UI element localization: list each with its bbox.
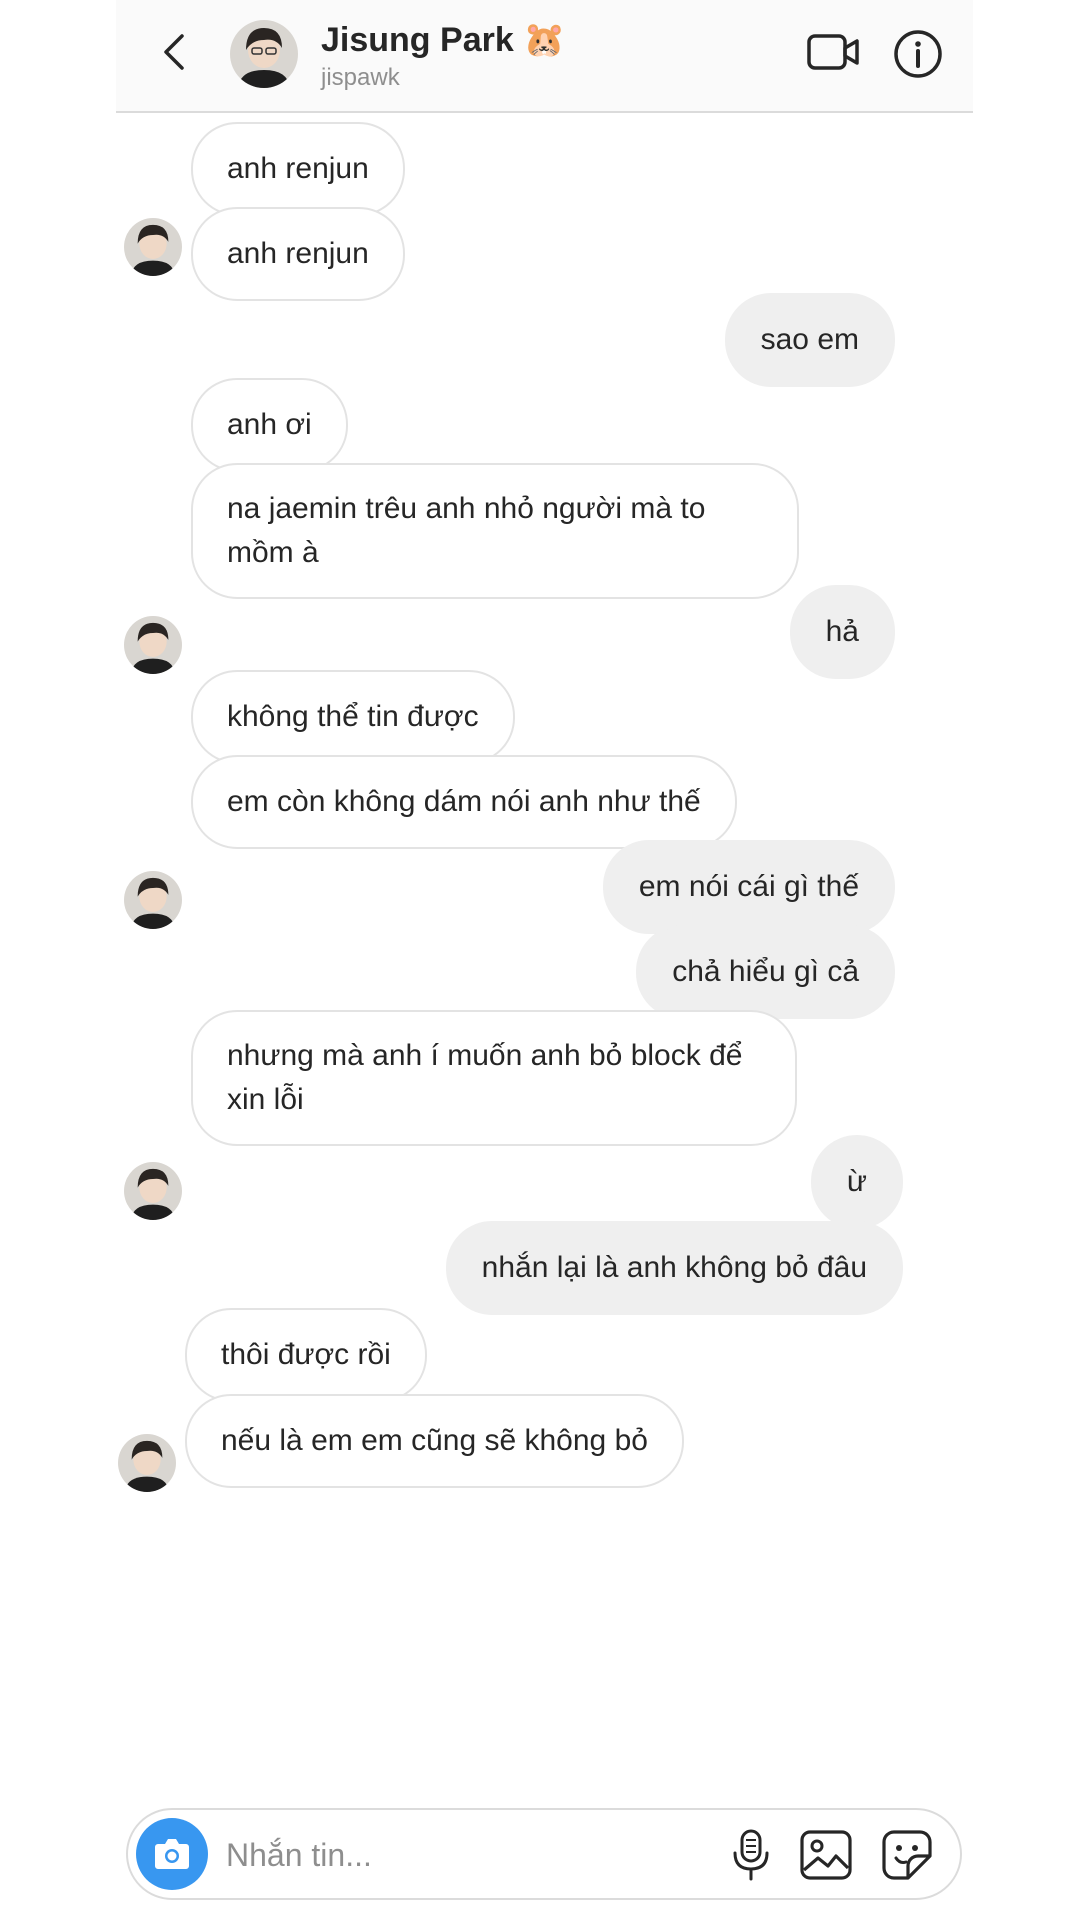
video-call-button[interactable] (806, 28, 860, 78)
sender-avatar[interactable] (124, 218, 182, 276)
chevron-left-icon (164, 34, 184, 70)
outgoing-message[interactable]: nhắn lại là anh không bỏ đâu (445, 1221, 903, 1315)
chat-header: Jisung Park 🐹 jispawk (116, 0, 973, 113)
video-camera-icon (807, 34, 859, 70)
message-input[interactable] (226, 1830, 606, 1880)
outgoing-message[interactable]: hả (789, 585, 895, 679)
incoming-message[interactable]: nếu là em em cũng sẽ không bỏ (185, 1394, 684, 1488)
outgoing-message[interactable]: ừ (810, 1135, 903, 1229)
incoming-message[interactable]: anh renjun (191, 207, 405, 301)
incoming-message[interactable]: anh ơi (191, 378, 348, 472)
info-button[interactable] (892, 28, 944, 80)
image-icon (800, 1830, 852, 1880)
incoming-message[interactable]: na jaemin trêu anh nhỏ người mà to mồm à (191, 463, 799, 599)
header-avatar[interactable] (230, 20, 298, 88)
gallery-button[interactable] (798, 1828, 854, 1882)
sender-avatar[interactable] (118, 1434, 176, 1492)
microphone-icon (733, 1829, 769, 1881)
incoming-message[interactable]: anh renjun (191, 122, 405, 216)
camera-icon (155, 1839, 189, 1869)
outgoing-message[interactable]: sao em (724, 293, 895, 387)
outgoing-message[interactable]: em nói cái gì thế (602, 840, 895, 934)
voice-message-button[interactable] (728, 1828, 774, 1882)
message-thread[interactable]: anh renjun anh renjun sao em anh ơi na j… (116, 111, 973, 1801)
incoming-message[interactable]: em còn không dám nói anh như thế (191, 755, 737, 849)
incoming-message[interactable]: nhưng mà anh í muốn anh bỏ block để xin … (191, 1010, 797, 1146)
info-icon (894, 30, 942, 78)
camera-button[interactable] (136, 1818, 208, 1890)
sticker-button[interactable] (880, 1828, 934, 1882)
contact-name[interactable]: Jisung Park 🐹 (321, 20, 566, 60)
back-button[interactable] (156, 30, 196, 74)
contact-username: jispawk (321, 64, 400, 91)
sender-avatar[interactable] (124, 871, 182, 929)
sender-avatar[interactable] (124, 616, 182, 674)
sticker-icon (882, 1830, 932, 1880)
dm-screen: Jisung Park 🐹 jispawk anh renjun anh ren… (116, 0, 973, 1920)
sender-avatar[interactable] (124, 1162, 182, 1220)
outgoing-message[interactable]: chả hiểu gì cả (636, 925, 895, 1019)
incoming-message[interactable]: thôi được rồi (185, 1308, 427, 1402)
message-composer (126, 1808, 962, 1900)
incoming-message[interactable]: không thể tin được (191, 670, 515, 764)
